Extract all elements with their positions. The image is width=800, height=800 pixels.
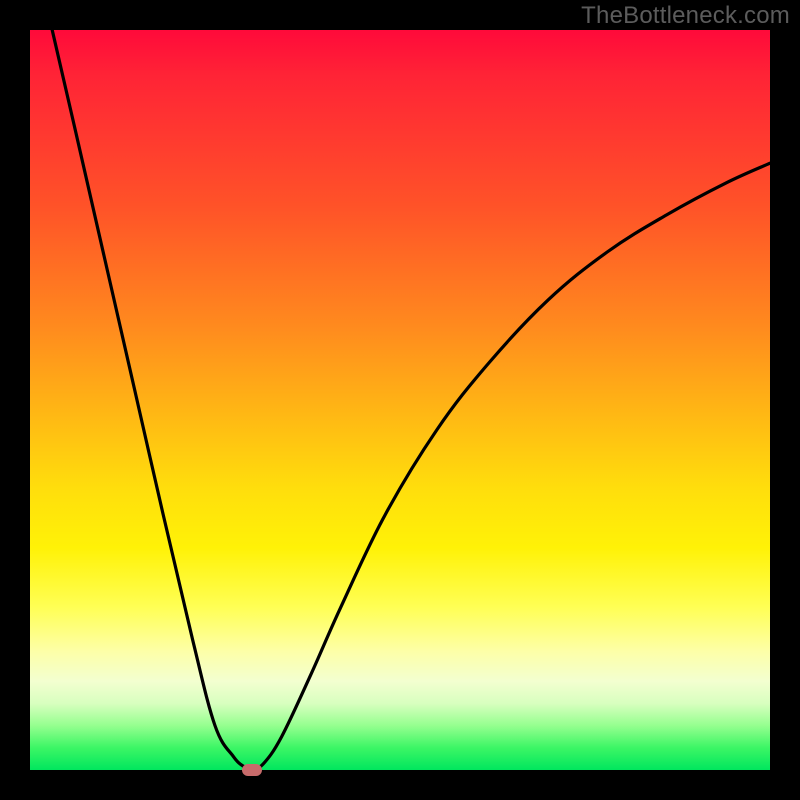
minimum-marker bbox=[242, 764, 262, 776]
curve-right-branch bbox=[252, 163, 770, 770]
chart-frame: TheBottleneck.com bbox=[0, 0, 800, 800]
plot-area bbox=[30, 30, 770, 770]
curve-left-branch bbox=[52, 30, 252, 770]
bottleneck-curve bbox=[30, 30, 770, 770]
watermark-text: TheBottleneck.com bbox=[581, 2, 790, 30]
